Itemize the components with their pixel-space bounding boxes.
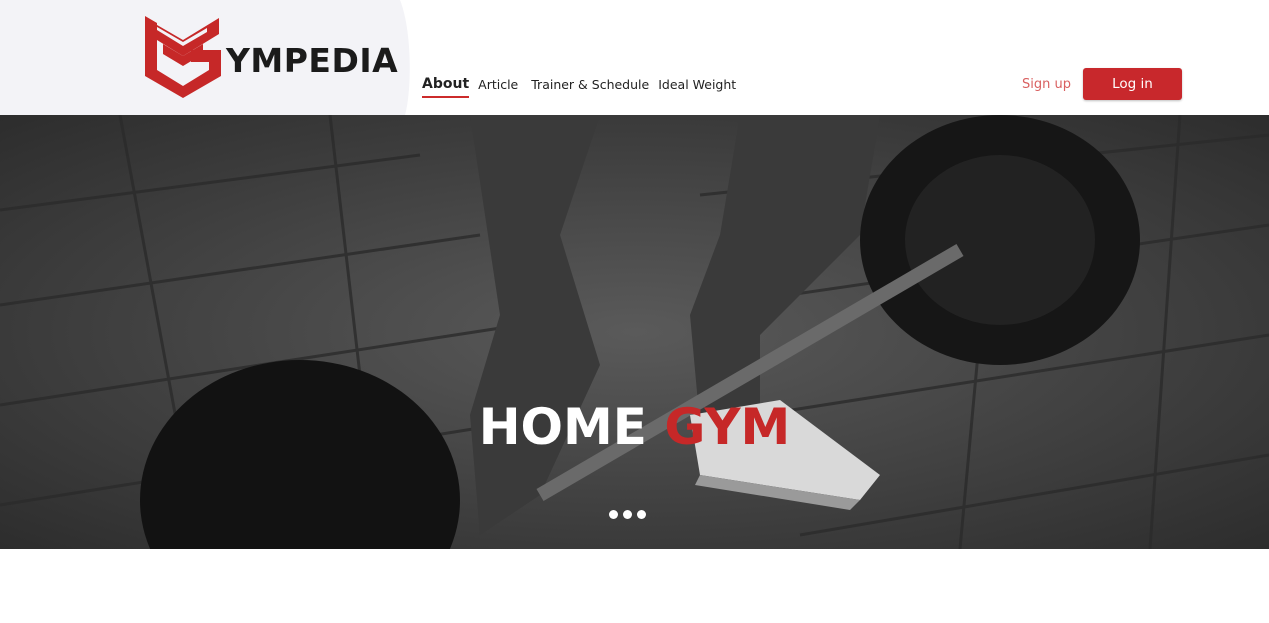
- gympedia-logo-icon: [145, 16, 221, 98]
- hero-background-image: [0, 115, 1269, 549]
- nav-item-about[interactable]: About: [422, 76, 470, 98]
- carousel-dot-1[interactable]: [609, 510, 618, 519]
- carousel-dots: [609, 510, 651, 519]
- signup-link[interactable]: Sign up: [1022, 77, 1071, 92]
- main-nav: About Article Trainer & Schedule Ideal W…: [422, 76, 745, 98]
- nav-item-ideal-weight[interactable]: Ideal Weight: [658, 77, 736, 98]
- carousel-dot-3[interactable]: [637, 510, 646, 519]
- carousel-dot-2[interactable]: [623, 510, 632, 519]
- hero-banner: HOME GYM: [0, 115, 1269, 549]
- hero-title-word-gym: GYM: [664, 398, 791, 456]
- hero-title: HOME GYM: [0, 398, 1269, 456]
- logo[interactable]: YMPEDIA: [143, 14, 398, 100]
- brand-name: YMPEDIA: [226, 40, 399, 80]
- hero-title-word-home: HOME: [478, 398, 647, 456]
- nav-item-article[interactable]: Article: [478, 77, 518, 98]
- site-header: YMPEDIA About Article Trainer & Schedule…: [0, 0, 1269, 115]
- login-button[interactable]: Log in: [1083, 68, 1182, 100]
- nav-item-trainer-schedule[interactable]: Trainer & Schedule: [531, 77, 649, 98]
